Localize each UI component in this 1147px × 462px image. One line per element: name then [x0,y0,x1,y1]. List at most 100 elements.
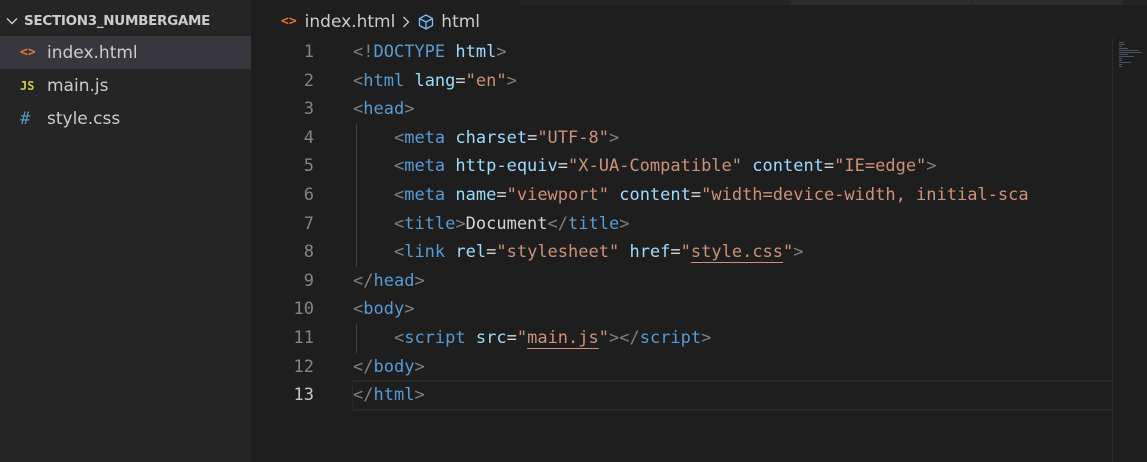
js-file-icon: JS [20,78,35,93]
line-number: 12 [293,356,314,377]
line-content: <meta name="viewport" content="width=dev… [353,181,1113,210]
code-tag-name: script [639,327,702,348]
code-punctuation: > [414,270,425,291]
code-tag-name: html [363,70,405,91]
minimap-line [1119,50,1139,51]
code-punctuation: > [455,213,466,234]
code-line[interactable]: 10 <body> [251,295,1113,324]
code-punctuation: > [496,42,507,62]
code-punctuation: < [393,213,405,234]
line-content: <head> [353,95,1113,124]
chevron-down-icon[interactable] [4,13,20,29]
minimap[interactable] [1112,38,1147,462]
vscode-window: SECTION3_NUMBERGAME <> index.html JS mai… [0,0,1147,462]
code-line[interactable]: 9 </head> [251,267,1113,296]
minimap-line [1119,44,1125,45]
breadcrumb-file[interactable]: index.html [305,12,396,32]
explorer-folder-name: SECTION3_NUMBERGAME [24,13,211,29]
line-number: 11 [293,327,314,348]
code-tag-name: DOCTYPE [373,42,446,62]
line-content: <title>Document</title> [353,210,1113,239]
minimap-line [1119,66,1122,67]
minimap-line [1119,48,1129,49]
explorer-folder-header[interactable]: SECTION3_NUMBERGAME [0,6,251,36]
indent-guide [356,324,357,353]
code-text: = [527,127,538,148]
line-content: </body> [353,353,1113,382]
line-content: <meta charset="UTF-8"> [353,124,1113,153]
code-line[interactable]: 4 <meta charset="UTF-8"> [251,124,1113,153]
explorer-file-label: style.css [47,108,121,129]
code-line[interactable]: 6 <meta name="viewport" content="width=d… [251,181,1113,210]
code-attribute: src [475,327,507,348]
code-attribute: lang [414,70,456,91]
explorer-file-index-html[interactable]: <> index.html [0,36,251,69]
code-attribute: html [455,42,497,62]
line-number: 2 [303,70,314,91]
minimap-line [1119,56,1135,57]
code-punctuation: ></ [609,327,640,348]
code-link: style.css [690,242,784,263]
code-line[interactable]: 3 <head> [251,95,1113,124]
line-number: 6 [303,184,314,205]
code-tag-name: link [404,242,446,263]
code-line[interactable]: 8 <link rel="stylesheet" href="style.css… [251,238,1113,267]
code-attribute: charset [455,127,528,148]
minimap-line [1119,42,1125,43]
line-number: 3 [303,99,314,120]
code-line[interactable]: 5 <meta http-equiv="X-UA-Compatible" con… [251,152,1113,181]
code-string: " [516,327,528,348]
html-file-icon: <> [281,14,297,29]
editor-area: <> index.html html 1 <!DOCTYPE html> 2 <htm… [251,0,1147,462]
code-tag-name: head [363,99,405,120]
code-punctuation: > [414,385,425,406]
code-line[interactable]: 13 </html> [251,380,1114,411]
line-number: 10 [293,299,314,320]
code-text: = [455,70,466,91]
line-number: 8 [303,242,314,263]
code-punctuation: < [393,156,405,177]
minimap-line [1119,64,1122,65]
explorer-file-label: index.html [47,42,138,63]
code-tag-name: meta [404,127,446,148]
code-punctuation: < [353,299,364,320]
code-line[interactable]: 2 <html lang="en"> [251,67,1113,96]
code-line[interactable]: 7 <title>Document</title> [251,210,1113,239]
line-content: <script src="main.js"></script> [353,324,1113,353]
code-string: " [598,327,609,348]
line-number: 5 [303,156,314,177]
line-number: 13 [293,385,314,406]
explorer-sidebar: SECTION3_NUMBERGAME <> index.html JS mai… [0,0,251,462]
code-line[interactable]: 12 </body> [251,353,1113,382]
code-text: = [690,184,702,205]
code-punctuation: < [393,184,405,205]
code-string: "en" [465,70,507,91]
code-punctuation: > [506,70,517,91]
code-text: Document [465,213,548,234]
code-punctuation: </ [353,385,374,406]
code-line[interactable]: 11 <script src="main.js"></script> [251,324,1113,353]
code-text: = [823,156,835,177]
code-text: = [486,242,497,263]
breadcrumb-symbol[interactable]: html [441,12,480,32]
explorer-file-style-css[interactable]: # style.css [0,102,251,135]
code-line[interactable]: 1 <!DOCTYPE html> [251,38,1113,67]
code-text: = [496,184,507,205]
minimap-line [1119,52,1143,53]
code-tag-name: meta [404,156,446,177]
explorer-file-main-js[interactable]: JS main.js [0,69,251,102]
code-editor[interactable]: 1 <!DOCTYPE html> 2 <html lang="en"> 3 <head>… [251,38,1114,411]
line-number: 4 [303,127,314,148]
code-punctuation: > [608,127,620,148]
code-string: "stylesheet" [496,242,620,263]
code-tag-name: title [404,213,456,234]
code-tag-name: meta [404,184,446,205]
code-link: main.js [527,327,599,348]
